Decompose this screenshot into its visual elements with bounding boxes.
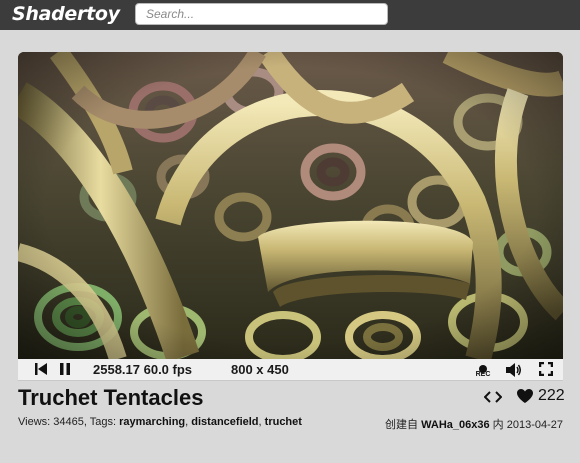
attribution: 创建自 WAHa_06x36 内 2013-04-27 — [385, 416, 563, 432]
created-date: 2013-04-27 — [506, 419, 563, 431]
shader-render-image — [18, 52, 563, 359]
author-link[interactable]: WAHa_06x36 — [421, 419, 490, 431]
shader-canvas[interactable] — [18, 52, 563, 359]
views-tags-label: Views: 34465, Tags: — [18, 416, 117, 428]
resolution-readout: 800 x 450 — [231, 362, 289, 377]
heart-icon[interactable] — [516, 388, 534, 404]
record-button[interactable]: REC — [473, 362, 493, 380]
player-controls: 2558.17 60.0 fps 800 x 450 REC — [18, 359, 563, 381]
tag-link[interactable]: truchet — [265, 416, 302, 428]
pause-icon[interactable] — [58, 362, 72, 376]
created-by-label: 创建自 — [385, 419, 419, 431]
tag-link[interactable]: raymarching — [119, 416, 185, 428]
volume-icon[interactable] — [505, 362, 521, 378]
shader-title: Truchet Tentacles — [18, 385, 204, 410]
shadertoy-logo[interactable]: Shadertoy — [12, 3, 120, 25]
rewind-icon[interactable] — [34, 362, 48, 376]
code-icon[interactable] — [484, 391, 502, 403]
like-count: 222 — [538, 387, 565, 404]
search-input[interactable] — [135, 3, 388, 25]
record-label: REC — [475, 371, 491, 378]
time-fps-readout: 2558.17 60.0 fps — [93, 362, 193, 377]
shader-meta: Views: 34465, Tags: raymarching, distanc… — [18, 416, 302, 428]
top-bar: Shadertoy — [0, 0, 580, 30]
fullscreen-icon[interactable] — [539, 362, 553, 376]
date-prefix-label: 内 — [492, 419, 504, 431]
tag-link[interactable]: distancefield — [191, 416, 258, 428]
